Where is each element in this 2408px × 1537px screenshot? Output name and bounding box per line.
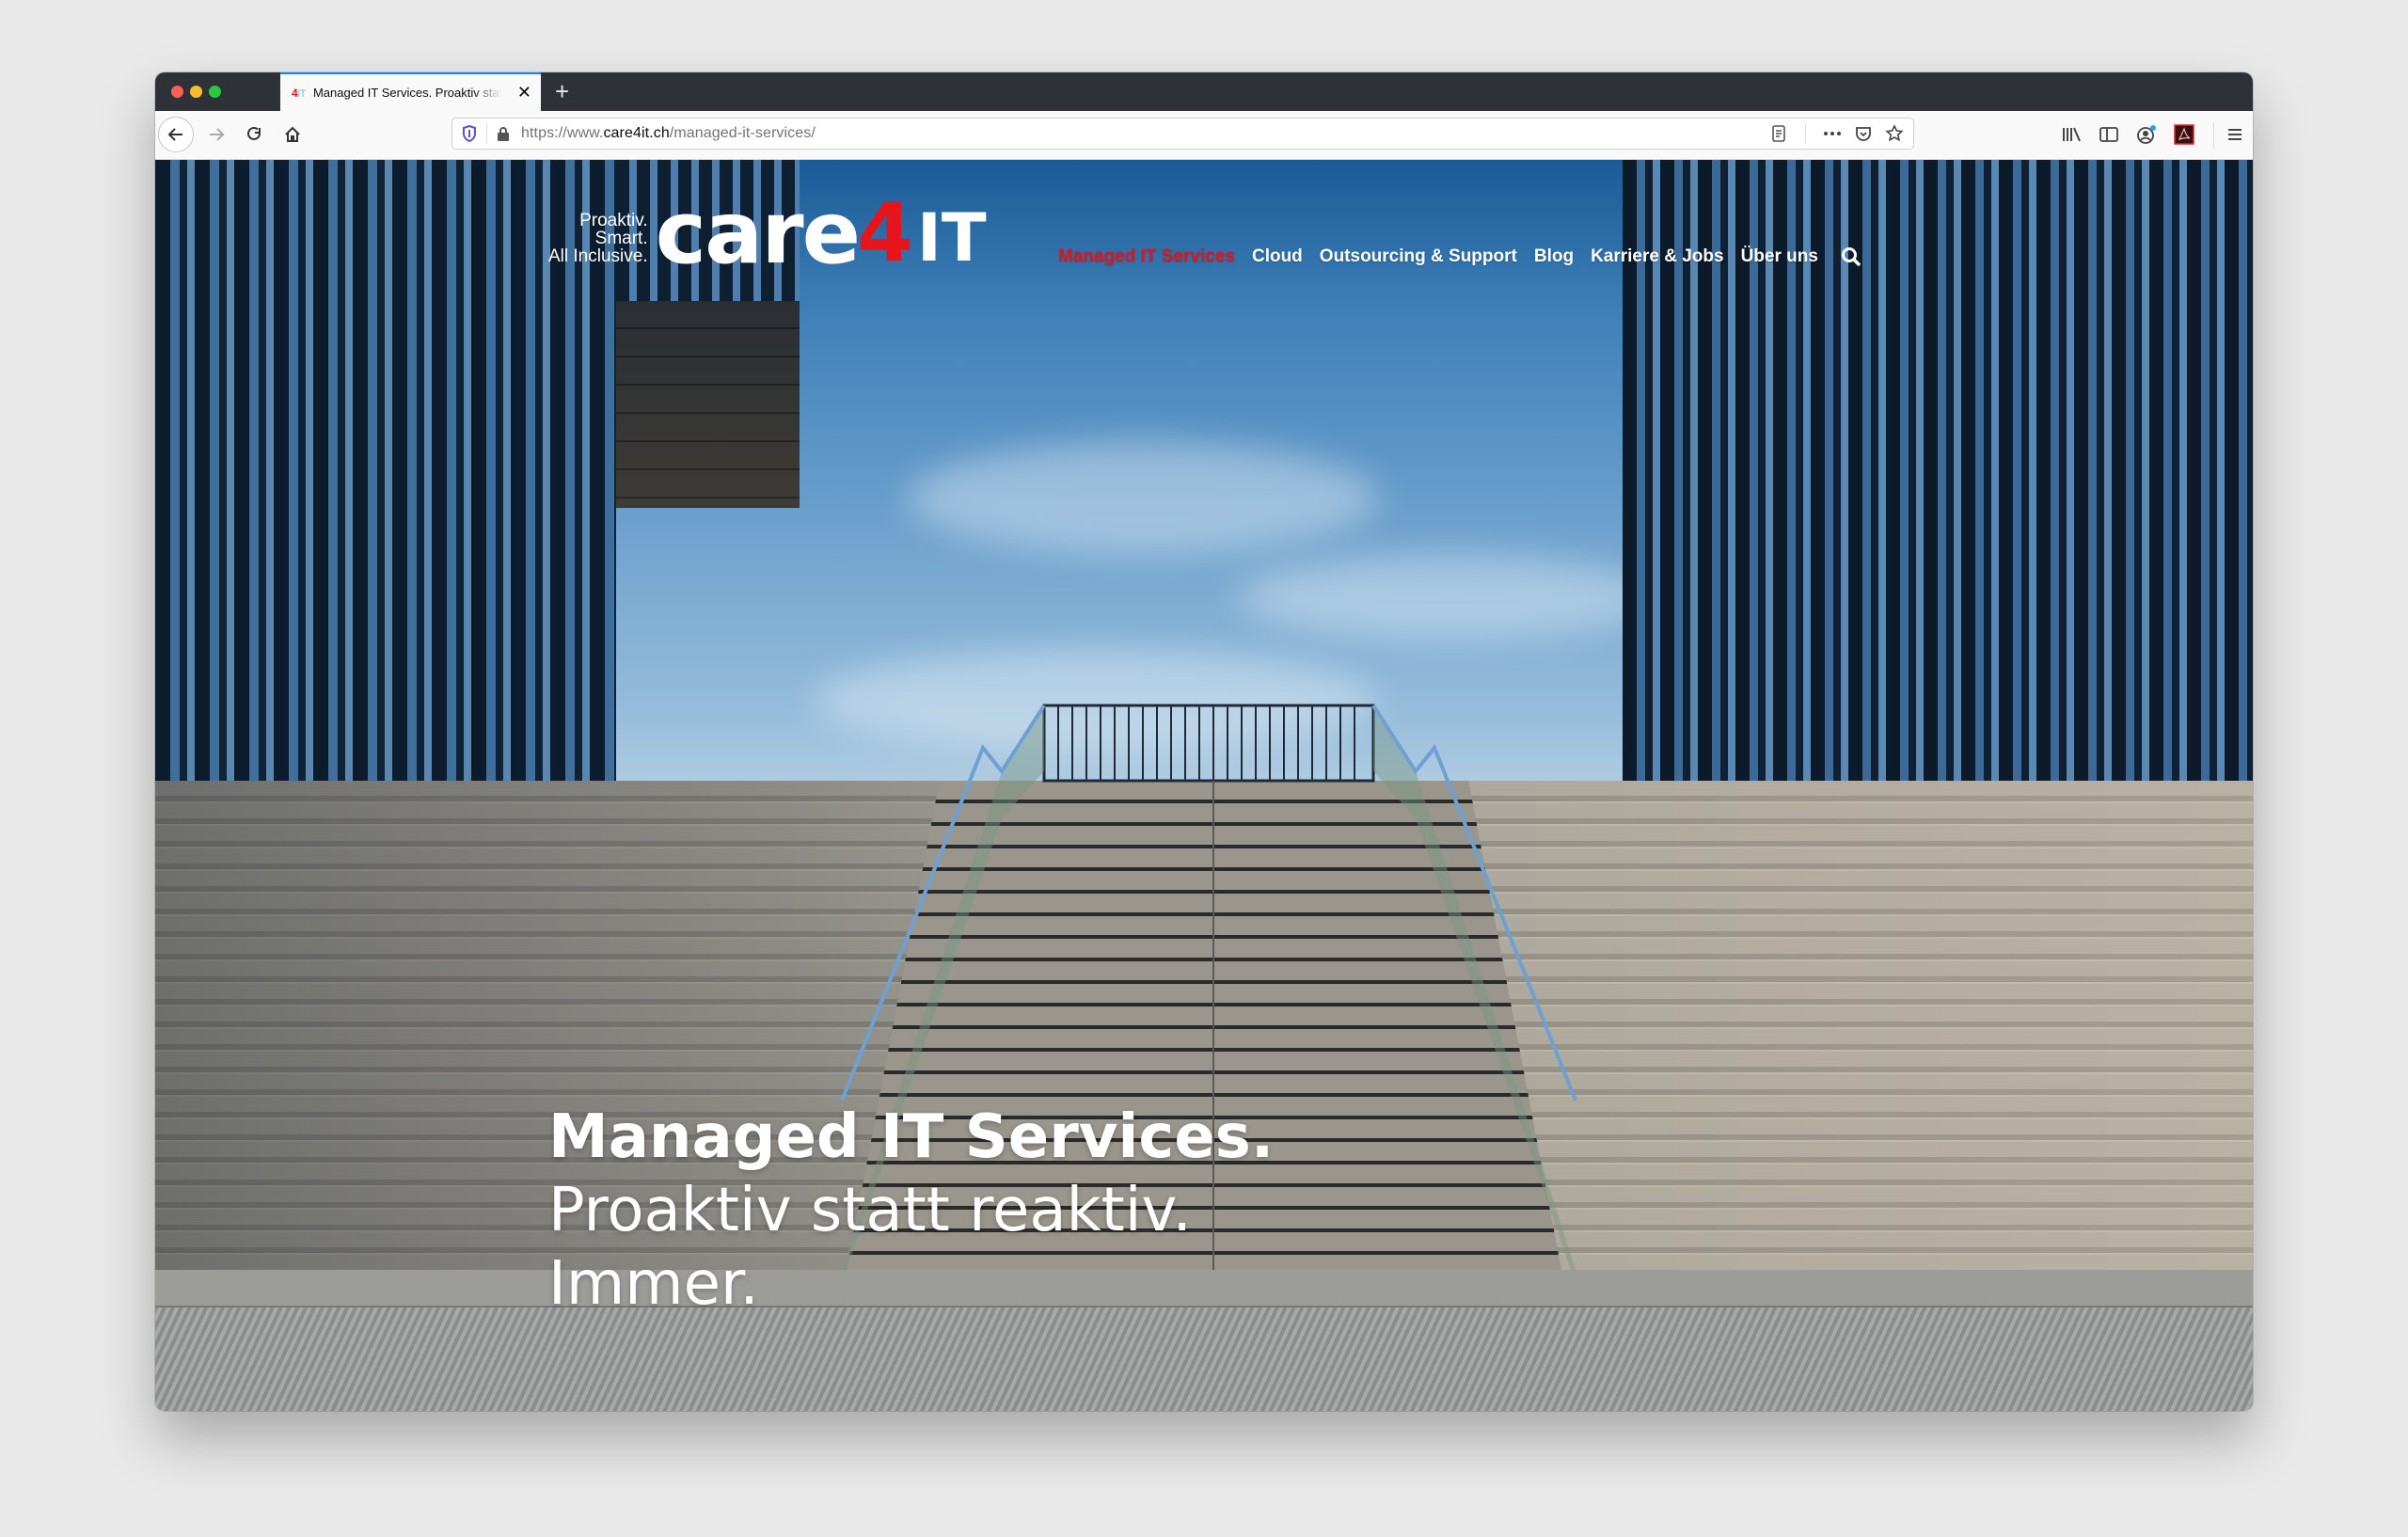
url-separator-2 [1805, 123, 1806, 144]
site-logo[interactable]: Proaktiv. Smart. All Inclusive. care 4 I… [548, 182, 987, 283]
page-content: Proaktiv. Smart. All Inclusive. care 4 I… [155, 160, 2253, 1411]
building-left [155, 160, 616, 781]
hero-line-3: Immer. [548, 1249, 759, 1319]
reload-button[interactable] [238, 119, 270, 151]
lock-icon[interactable] [497, 126, 510, 141]
tab-bar: 4IT Managed IT Services. Proaktiv statt … [155, 72, 2253, 111]
cloud [1237, 555, 1660, 640]
acrobat-extension-button[interactable] [2168, 119, 2200, 151]
main-nav: Managed IT Services Cloud Outsourcing & … [1058, 246, 1861, 267]
reload-icon [247, 126, 261, 140]
logo-wordmark-four: 4 [857, 186, 913, 280]
building-overhang [616, 301, 800, 508]
bookmark-star-icon[interactable] [1885, 124, 1904, 143]
account-icon [2137, 125, 2156, 144]
url-bar[interactable]: https://www.care4it.ch/managed-it-servic… [452, 118, 1914, 150]
nav-ueber-uns[interactable]: Über uns [1741, 246, 1818, 267]
url-separator [486, 123, 487, 144]
more-actions-icon[interactable] [1823, 131, 1842, 136]
url-text[interactable]: https://www.care4it.ch/managed-it-servic… [521, 125, 816, 142]
nav-karriere-jobs[interactable]: Karriere & Jobs [1591, 246, 1724, 267]
arrow-right-icon [210, 128, 225, 141]
library-button[interactable] [2055, 119, 2087, 151]
hero-headline: Managed IT Services. Proaktiv statt reak… [548, 1101, 1274, 1321]
logo-tagline: Proaktiv. Smart. All Inclusive. [548, 211, 648, 266]
new-tab-button[interactable]: + [555, 77, 569, 105]
nav-managed-it-services[interactable]: Managed IT Services [1058, 246, 1235, 267]
library-icon [2063, 127, 2081, 142]
reader-view-icon[interactable] [1771, 125, 1786, 142]
tab-close-icon[interactable]: ✕ [517, 83, 531, 102]
close-window-button[interactable] [171, 86, 183, 98]
browser-window: 4IT Managed IT Services. Proaktiv statt … [155, 72, 2253, 1411]
arrow-left-icon [167, 128, 182, 141]
nav-toolbar: https://www.care4it.ch/managed-it-servic… [155, 111, 2253, 160]
back-button[interactable] [158, 117, 194, 152]
hamburger-menu-icon [2228, 129, 2242, 140]
sidebar-button[interactable] [2093, 119, 2125, 151]
account-button[interactable] [2131, 119, 2162, 151]
home-button[interactable] [277, 119, 309, 151]
logo-wordmark-care: care [655, 182, 861, 283]
home-icon [285, 126, 300, 142]
nav-blog[interactable]: Blog [1534, 246, 1574, 267]
menu-button[interactable] [2219, 119, 2251, 151]
forward-button[interactable] [200, 119, 232, 151]
acrobat-icon [2174, 124, 2194, 145]
search-icon[interactable] [1841, 246, 1861, 267]
pocket-icon[interactable] [1855, 125, 1872, 142]
nav-cloud[interactable]: Cloud [1252, 246, 1303, 267]
hero-line-2: Proaktiv statt reaktiv. [548, 1176, 1192, 1245]
tab-active[interactable]: 4IT Managed IT Services. Proaktiv statt … [280, 72, 541, 111]
hero-line-1: Managed IT Services. [548, 1102, 1275, 1172]
cloud [908, 442, 1378, 555]
minimize-window-button[interactable] [190, 86, 202, 98]
cloud [814, 649, 1378, 753]
maximize-window-button[interactable] [209, 86, 221, 98]
toolbar-separator [2213, 122, 2214, 149]
tab-title: Managed IT Services. Proaktiv statt reak… [312, 86, 501, 100]
logo-wordmark-it: IT [916, 199, 987, 277]
tracking-shield-icon[interactable] [462, 125, 477, 142]
nav-outsourcing-support[interactable]: Outsourcing & Support [1320, 246, 1517, 267]
favicon-icon: 4IT [292, 86, 306, 100]
sidebar-icon [2099, 127, 2118, 142]
